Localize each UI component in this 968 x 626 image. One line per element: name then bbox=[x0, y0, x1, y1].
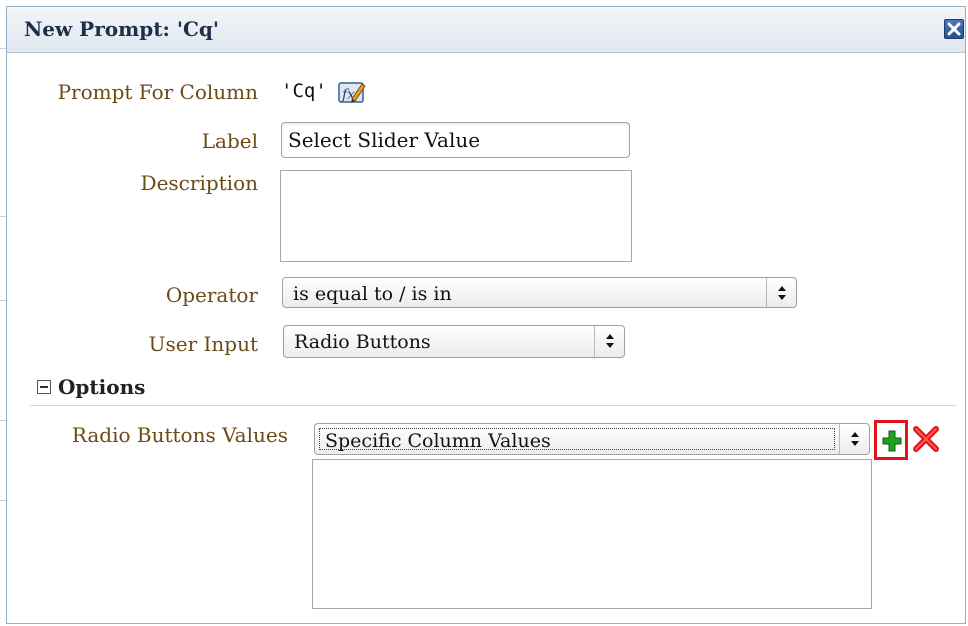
edge-tick bbox=[0, 300, 6, 301]
description-textarea[interactable] bbox=[280, 170, 632, 262]
user-input-select-arrows[interactable] bbox=[594, 326, 624, 357]
edit-formula-icon: fx bbox=[338, 82, 366, 103]
user-input-select[interactable]: Radio Buttons bbox=[283, 325, 625, 358]
label-input[interactable] bbox=[281, 122, 630, 158]
radio-buttons-values-label: Radio Buttons Values bbox=[71, 423, 288, 447]
edge-tick bbox=[0, 48, 6, 49]
add-value-button[interactable] bbox=[874, 420, 908, 460]
delete-icon bbox=[913, 426, 939, 452]
description-field-label: Description bbox=[140, 171, 258, 195]
edge-tick bbox=[0, 216, 6, 217]
user-input-field-label: User Input bbox=[148, 332, 258, 356]
radio-buttons-values-selected: Specific Column Values bbox=[325, 430, 551, 452]
user-input-selected-value: Radio Buttons bbox=[294, 331, 431, 353]
options-section-title: Options bbox=[58, 375, 146, 399]
select-arrows-icon bbox=[851, 432, 859, 446]
edge-tick bbox=[0, 420, 6, 421]
dialog-title: New Prompt: 'Cq' bbox=[24, 17, 219, 41]
close-button[interactable] bbox=[944, 19, 964, 39]
options-divider bbox=[30, 405, 956, 406]
operator-selected-value: is equal to / is in bbox=[293, 283, 452, 305]
radio-buttons-values-select[interactable]: Specific Column Values bbox=[314, 423, 870, 455]
select-arrows-icon bbox=[778, 286, 786, 300]
edge-tick bbox=[0, 500, 6, 501]
operator-field-label: Operator bbox=[165, 283, 258, 307]
label-field-label: Label bbox=[201, 129, 258, 153]
prompt-for-column-value: 'Cq' bbox=[281, 80, 327, 102]
delete-value-button[interactable] bbox=[912, 425, 940, 453]
edit-formula-button[interactable]: fx bbox=[338, 80, 366, 104]
add-icon bbox=[882, 430, 902, 452]
options-collapse-toggle[interactable] bbox=[37, 380, 51, 394]
close-icon bbox=[947, 22, 961, 36]
operator-select[interactable]: is equal to / is in bbox=[282, 277, 797, 308]
select-arrows-icon bbox=[606, 334, 614, 348]
radio-buttons-values-select-arrows[interactable] bbox=[839, 424, 869, 454]
radio-buttons-values-list[interactable] bbox=[312, 459, 872, 609]
operator-select-arrows[interactable] bbox=[766, 278, 796, 307]
prompt-for-column-label: Prompt For Column bbox=[57, 80, 258, 104]
